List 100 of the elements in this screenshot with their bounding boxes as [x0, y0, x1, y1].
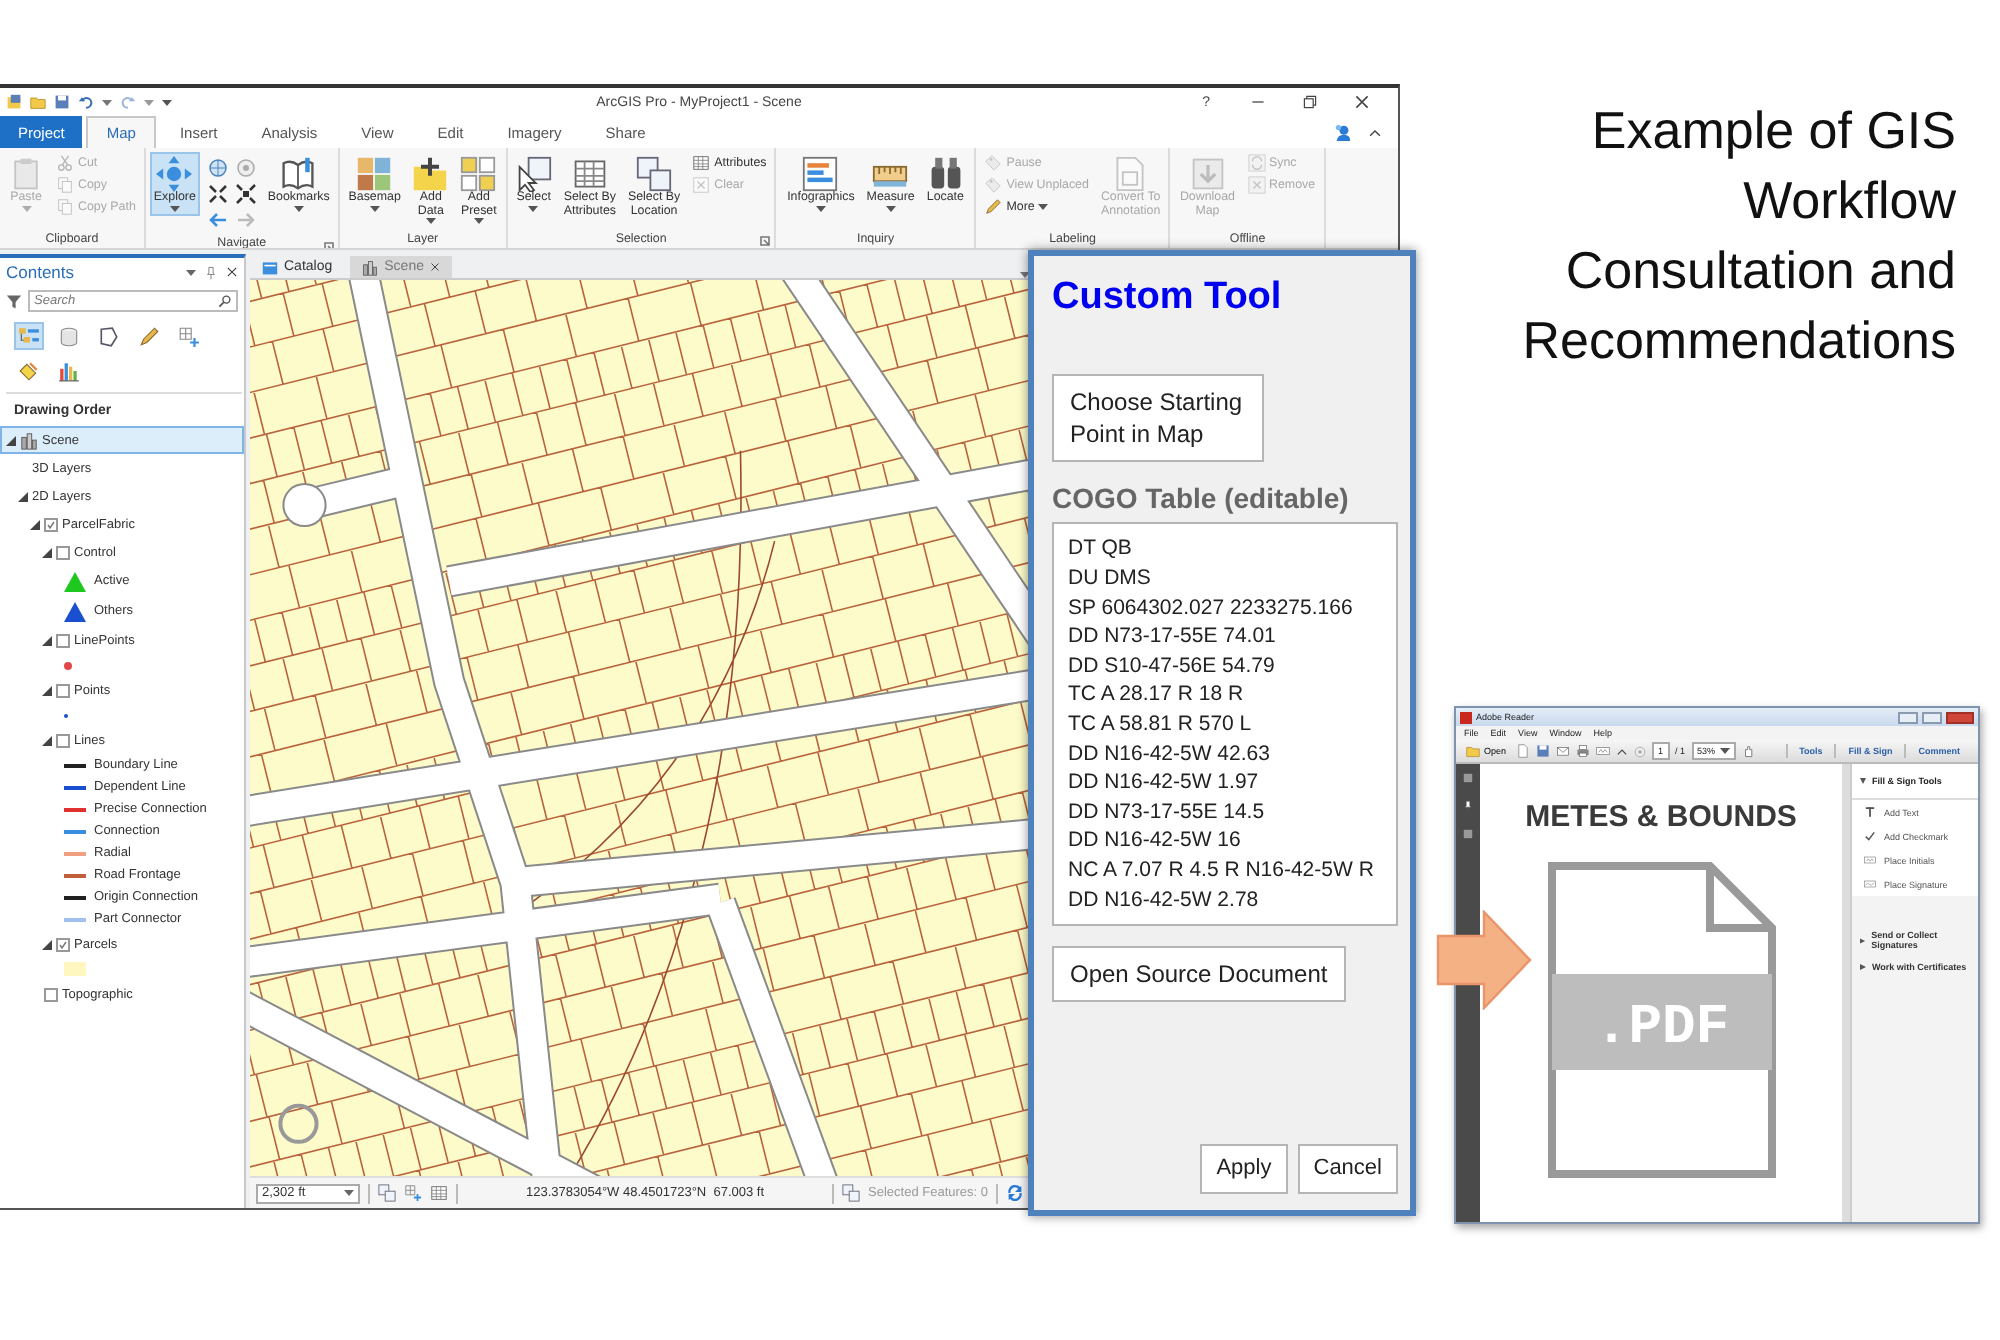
- apply-button[interactable]: Apply: [1200, 1144, 1288, 1194]
- app-icon: [1460, 711, 1472, 723]
- zoom-out-icon[interactable]: [235, 184, 256, 204]
- signature-icon: [1864, 878, 1876, 890]
- expanded-arrow-icon[interactable]: [18, 491, 28, 501]
- checkbox[interactable]: [56, 545, 70, 559]
- pin-icon[interactable]: [204, 265, 218, 279]
- table-icon: [571, 156, 608, 192]
- cancel-button[interactable]: Cancel: [1297, 1144, 1398, 1194]
- snapping-icon: [178, 325, 200, 347]
- minimize-button[interactable]: [1898, 711, 1918, 723]
- remove-icon: [1247, 176, 1265, 194]
- open-document-button[interactable]: Open Source Document: [1052, 946, 1346, 1003]
- caret-icon: [102, 99, 112, 105]
- view-button[interactable]: [174, 322, 204, 350]
- checkbox[interactable]: [56, 633, 70, 647]
- pencil-icon: [984, 198, 1003, 216]
- search-icon[interactable]: [218, 294, 232, 308]
- close-icon[interactable]: [1354, 94, 1370, 110]
- pane-title: Contents: [6, 262, 77, 282]
- table-icon[interactable]: [430, 1184, 448, 1202]
- print-icon[interactable]: [1576, 744, 1591, 758]
- folder-plus-icon: [412, 156, 449, 192]
- pan-icon: [156, 156, 193, 192]
- scissors-icon: [56, 154, 74, 172]
- chart-icon: [58, 359, 80, 381]
- cogo-table-field[interactable]: DT QB DU DMS SP 6064302.027 2233275.166 DD N73-17-55E 74.01 DD S10-47-56E 54.79 TC A 28.17 R 18 R TC A 58.81 R 570 L DD N16-42-5W 42.63 DD N16-42-5W 1.97 DD N73-17-55E 14.5 DD N16-42-5W 16 NC A 7.07 R 4.5 R N16-42-5W R DD N16-42-5W 2.78: [1052, 522, 1398, 927]
- database-icon: [58, 325, 80, 347]
- scene-icon: [362, 259, 379, 275]
- save-icon[interactable]: [1536, 744, 1551, 758]
- text-icon: [1864, 806, 1876, 818]
- grid-snap-icon[interactable]: [404, 1184, 422, 1202]
- filter-icon[interactable]: [6, 293, 22, 309]
- caret-icon: [1719, 748, 1730, 754]
- arrow: [1436, 910, 1532, 1010]
- annotation-icon: [1112, 156, 1149, 192]
- checkbox[interactable]: [56, 683, 70, 697]
- expanded-arrow-icon[interactable]: [42, 635, 52, 645]
- choose-point-button[interactable]: Choose Starting Point in Map: [1052, 374, 1264, 463]
- table-icon: [692, 154, 711, 172]
- grid-icon: [460, 156, 497, 192]
- collapse-icon[interactable]: [1368, 125, 1382, 139]
- cursor-icon: [515, 156, 552, 192]
- mail-icon[interactable]: [1556, 744, 1571, 758]
- close-button[interactable]: [1946, 711, 1974, 723]
- folder-icon[interactable]: [30, 94, 46, 110]
- field-label: COGO Table (editable): [1052, 482, 1351, 515]
- checkbox[interactable]: [56, 733, 70, 747]
- launcher-icon[interactable]: [760, 236, 771, 246]
- checkbox[interactable]: [44, 517, 58, 531]
- expanded-arrow-icon[interactable]: [6, 435, 16, 445]
- zoom-in-icon[interactable]: [207, 184, 228, 204]
- label-icon: [984, 176, 1003, 194]
- collapse-arrow-icon[interactable]: [1860, 778, 1866, 784]
- labeling-icon: [18, 359, 40, 381]
- catalog-icon: [262, 259, 278, 275]
- panel-title: Custom Tool: [1052, 276, 1284, 320]
- label-icon: [984, 154, 1003, 172]
- refresh-icon[interactable]: [1006, 1184, 1024, 1202]
- expanded-arrow-icon[interactable]: [42, 685, 52, 695]
- maximize-button[interactable]: [1922, 711, 1942, 723]
- initials-icon: [1864, 854, 1876, 866]
- hand-icon[interactable]: [1741, 744, 1756, 758]
- project-icon[interactable]: [6, 94, 22, 110]
- document-heading: METES & BOUNDS: [1525, 800, 1797, 834]
- expanded-arrow-icon[interactable]: [42, 735, 52, 745]
- restore-icon[interactable]: [1302, 94, 1318, 110]
- selection-icon[interactable]: [842, 1184, 861, 1202]
- caret-icon: [186, 269, 196, 275]
- scene-icon: [20, 431, 38, 449]
- undo-icon[interactable]: [78, 94, 94, 110]
- pencil-icon: [138, 325, 160, 347]
- expanded-arrow-icon[interactable]: [42, 939, 52, 949]
- checkbox[interactable]: [44, 987, 58, 1001]
- binoculars-icon: [927, 156, 964, 192]
- expanded-arrow-icon[interactable]: [42, 547, 52, 557]
- redo-icon[interactable]: [120, 94, 136, 110]
- caret-icon: [344, 1190, 354, 1196]
- slide-title: Example of GIS Workflow Consultation and Recommendations: [1520, 98, 1956, 374]
- sync-icon: [1247, 154, 1265, 172]
- save-icon[interactable]: [54, 94, 70, 110]
- file-type-label: .PDF: [1593, 998, 1729, 1060]
- clipboard-icon: [8, 156, 44, 192]
- expanded-arrow-icon[interactable]: [30, 519, 40, 529]
- close-icon[interactable]: [226, 266, 238, 278]
- full-extent-icon[interactable]: [207, 158, 228, 178]
- close-icon[interactable]: [430, 262, 440, 272]
- view-button[interactable]: [134, 322, 164, 350]
- download-icon: [1189, 156, 1226, 192]
- selection-icon: [98, 325, 120, 347]
- previous-page-icon[interactable]: [1616, 745, 1629, 757]
- folder-icon: [1466, 744, 1480, 758]
- book-icon: [280, 156, 317, 192]
- map-select-icon: [636, 156, 673, 192]
- notification-icon[interactable]: [1334, 123, 1352, 141]
- basemap-icon: [356, 156, 393, 192]
- expand-arrow-icon: [1860, 964, 1866, 970]
- clear-icon: [692, 176, 711, 194]
- checkbox[interactable]: [56, 937, 70, 951]
- chart-icon: [802, 156, 839, 192]
